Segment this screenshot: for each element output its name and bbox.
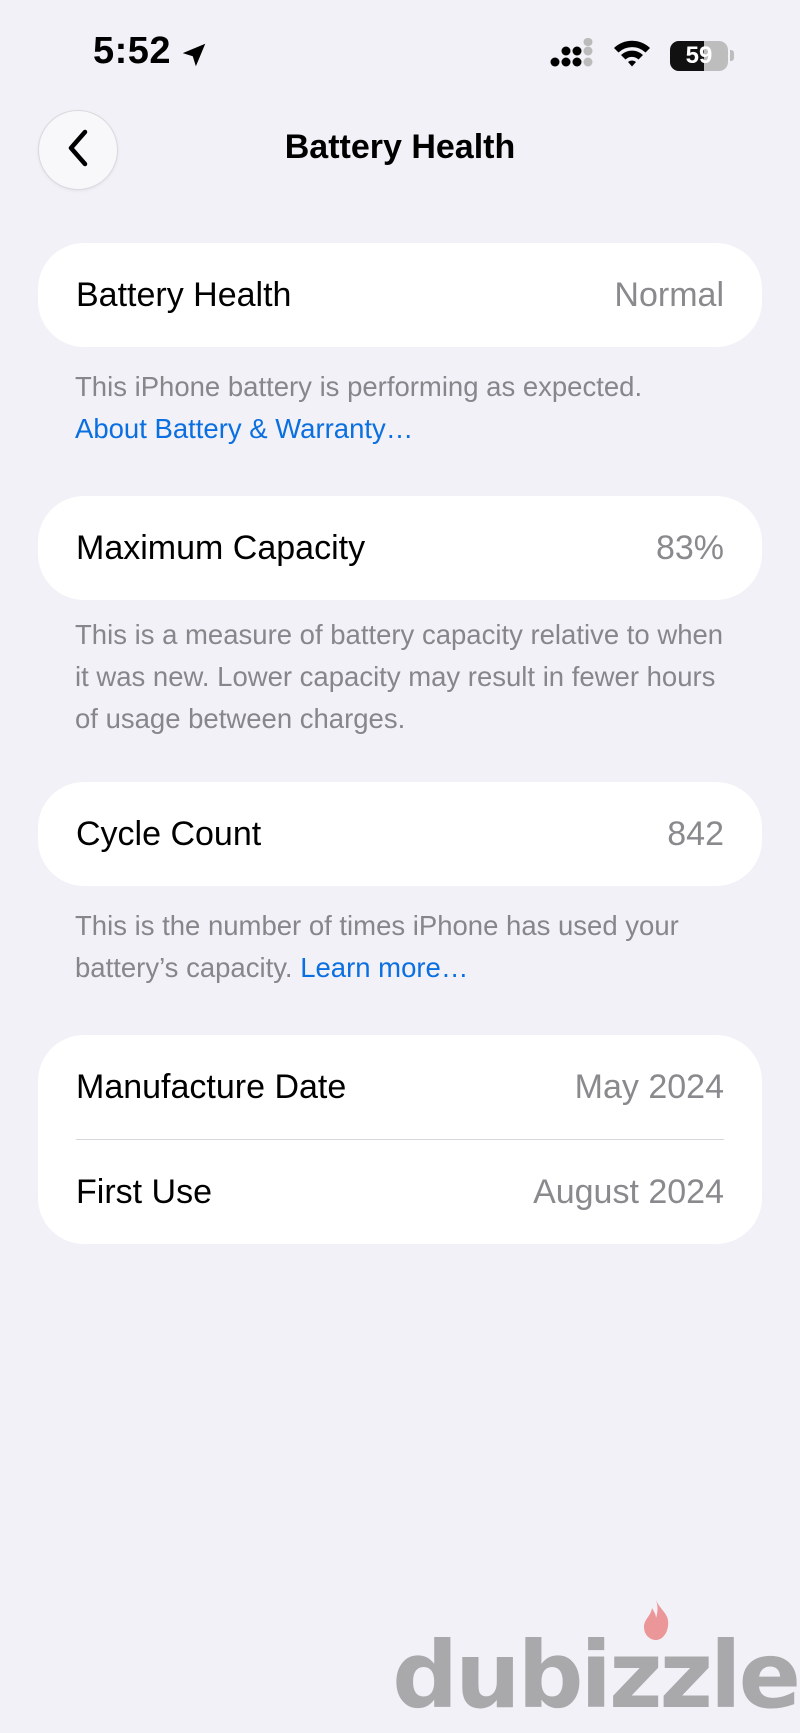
dates-card: Manufacture Date May 2024 First Use Augu… <box>38 1035 762 1244</box>
maximum-capacity-row: Maximum Capacity 83% <box>38 496 762 600</box>
status-time-text: 5:52 <box>93 30 172 72</box>
battery-body: 59 <box>670 40 728 71</box>
watermark-text: dubizzle <box>392 1622 800 1729</box>
page-title: Battery Health <box>284 128 516 166</box>
maximum-capacity-value: 83% <box>655 528 724 567</box>
manufacture-date-label: Manufacture Date <box>76 1067 347 1106</box>
manufacture-date-row: Manufacture Date May 2024 <box>38 1035 762 1139</box>
cycle-count-row: Cycle Count 842 <box>38 782 762 886</box>
battery-health-footnote-text: This iPhone battery is performing as exp… <box>75 371 643 402</box>
location-arrow-icon <box>179 37 209 67</box>
wifi-icon <box>612 38 652 73</box>
maximum-capacity-card: Maximum Capacity 83% <box>38 496 762 600</box>
status-time: 5:52 <box>93 30 209 73</box>
battery-level-text: 59 <box>685 41 713 69</box>
maximum-capacity-label: Maximum Capacity <box>76 528 366 567</box>
cycle-count-footnote: This is the number of times iPhone has u… <box>75 905 735 989</box>
status-indicators: 59 <box>550 38 734 73</box>
manufacture-date-value: May 2024 <box>574 1067 724 1106</box>
cycle-count-label: Cycle Count <box>76 814 262 853</box>
about-battery-warranty-link[interactable]: About Battery & Warranty… <box>75 413 413 444</box>
learn-more-link[interactable]: Learn more… <box>300 952 468 983</box>
battery-icon: 59 <box>670 40 734 71</box>
dubizzle-watermark: dubizzle <box>392 1600 800 1733</box>
first-use-value: August 2024 <box>533 1172 724 1211</box>
battery-health-value: Normal <box>614 275 724 314</box>
cycle-count-card: Cycle Count 842 <box>38 782 762 886</box>
first-use-label: First Use <box>76 1172 212 1211</box>
battery-health-card: Battery Health Normal <box>38 243 762 347</box>
battery-health-footnote: This iPhone battery is performing as exp… <box>75 366 735 450</box>
first-use-row: First Use August 2024 <box>38 1140 762 1244</box>
maximum-capacity-footnote: This is a measure of battery capacity re… <box>75 619 724 734</box>
battery-health-screen: 5:52 59 Battery Health Battery Health No… <box>0 0 800 1733</box>
battery-cap <box>730 50 734 61</box>
signal-icon <box>550 38 594 73</box>
battery-health-row: Battery Health Normal <box>38 243 762 347</box>
battery-health-label: Battery Health <box>76 275 292 314</box>
cycle-count-value: 842 <box>667 814 724 853</box>
